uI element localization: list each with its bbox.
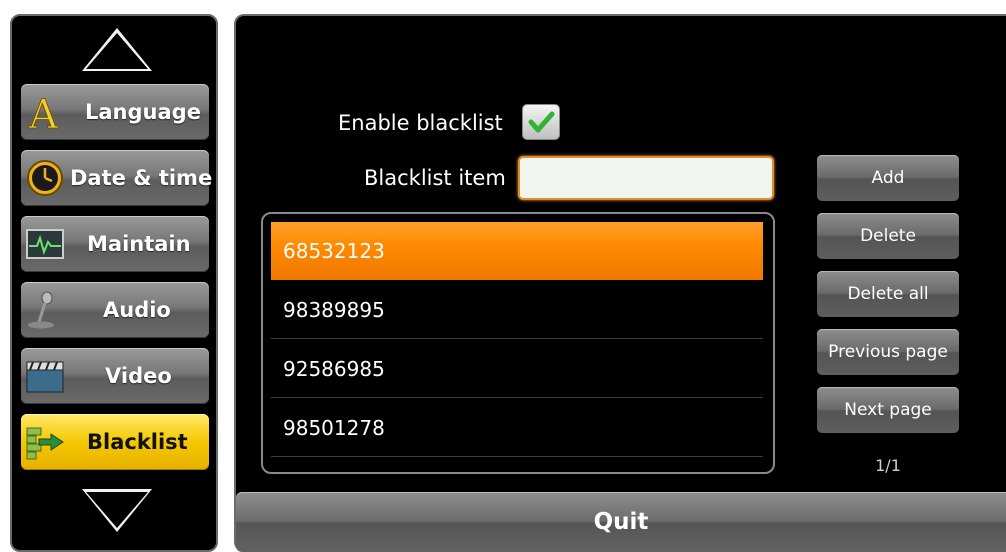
enable-blacklist-label: Enable blacklist <box>338 111 503 135</box>
list-item-number: 98389895 <box>283 298 385 322</box>
heartbeat-monitor-icon <box>26 229 64 259</box>
nav-label: Language <box>85 100 201 124</box>
list-item[interactable]: 98389895 <box>271 281 763 339</box>
film-clapper-icon <box>26 361 64 393</box>
clock-icon <box>27 160 63 196</box>
blacklist-settings-screen: A Language Date & time Maintain Audio Vi… <box>0 0 1006 552</box>
blacklist-list: 68532123 98389895 92586985 98501278 <box>261 212 775 474</box>
scroll-down-icon[interactable] <box>82 489 152 532</box>
nav-item-audio[interactable]: Audio <box>21 282 209 338</box>
nav-label: Date & time <box>70 166 213 190</box>
svg-text:A: A <box>28 92 59 132</box>
blacklist-item-input[interactable] <box>518 156 774 200</box>
letter-a-icon: A <box>28 92 60 132</box>
enable-blacklist-checkbox[interactable] <box>522 104 560 140</box>
list-item-number: 68532123 <box>283 239 385 263</box>
brick-wall-arrow-icon <box>26 427 64 460</box>
previous-page-button[interactable]: Previous page <box>817 329 959 375</box>
nav-item-date-time[interactable]: Date & time <box>21 150 213 206</box>
list-item[interactable]: 98501278 <box>271 399 763 457</box>
nav-label: Blacklist <box>87 430 188 454</box>
microphone-icon <box>28 291 54 329</box>
next-page-button[interactable]: Next page <box>817 387 959 433</box>
quit-button[interactable]: Quit <box>236 492 1006 552</box>
nav-item-video[interactable]: Video <box>21 348 209 404</box>
list-item-number: 92586985 <box>283 357 385 381</box>
blacklist-content-panel: Enable blacklist Blacklist item 68532123… <box>234 14 1006 552</box>
nav-label: Video <box>105 364 172 388</box>
checkmark-icon <box>528 111 555 133</box>
scroll-up-icon[interactable] <box>82 28 152 71</box>
add-button[interactable]: Add <box>817 155 959 201</box>
list-item-number: 98501278 <box>283 416 385 440</box>
nav-item-blacklist[interactable]: Blacklist <box>21 414 209 470</box>
nav-label: Audio <box>103 298 171 322</box>
list-item[interactable]: 68532123 <box>271 222 763 280</box>
delete-all-button[interactable]: Delete all <box>817 271 959 317</box>
nav-item-language[interactable]: A Language <box>21 84 209 140</box>
delete-button[interactable]: Delete <box>817 213 959 259</box>
settings-nav-panel: A Language Date & time Maintain Audio Vi… <box>10 14 218 552</box>
blacklist-item-label: Blacklist item <box>364 166 506 190</box>
nav-label: Maintain <box>87 232 191 256</box>
nav-item-maintain[interactable]: Maintain <box>21 216 209 272</box>
page-indicator: 1/1 <box>875 456 901 475</box>
list-item[interactable]: 92586985 <box>271 340 763 398</box>
